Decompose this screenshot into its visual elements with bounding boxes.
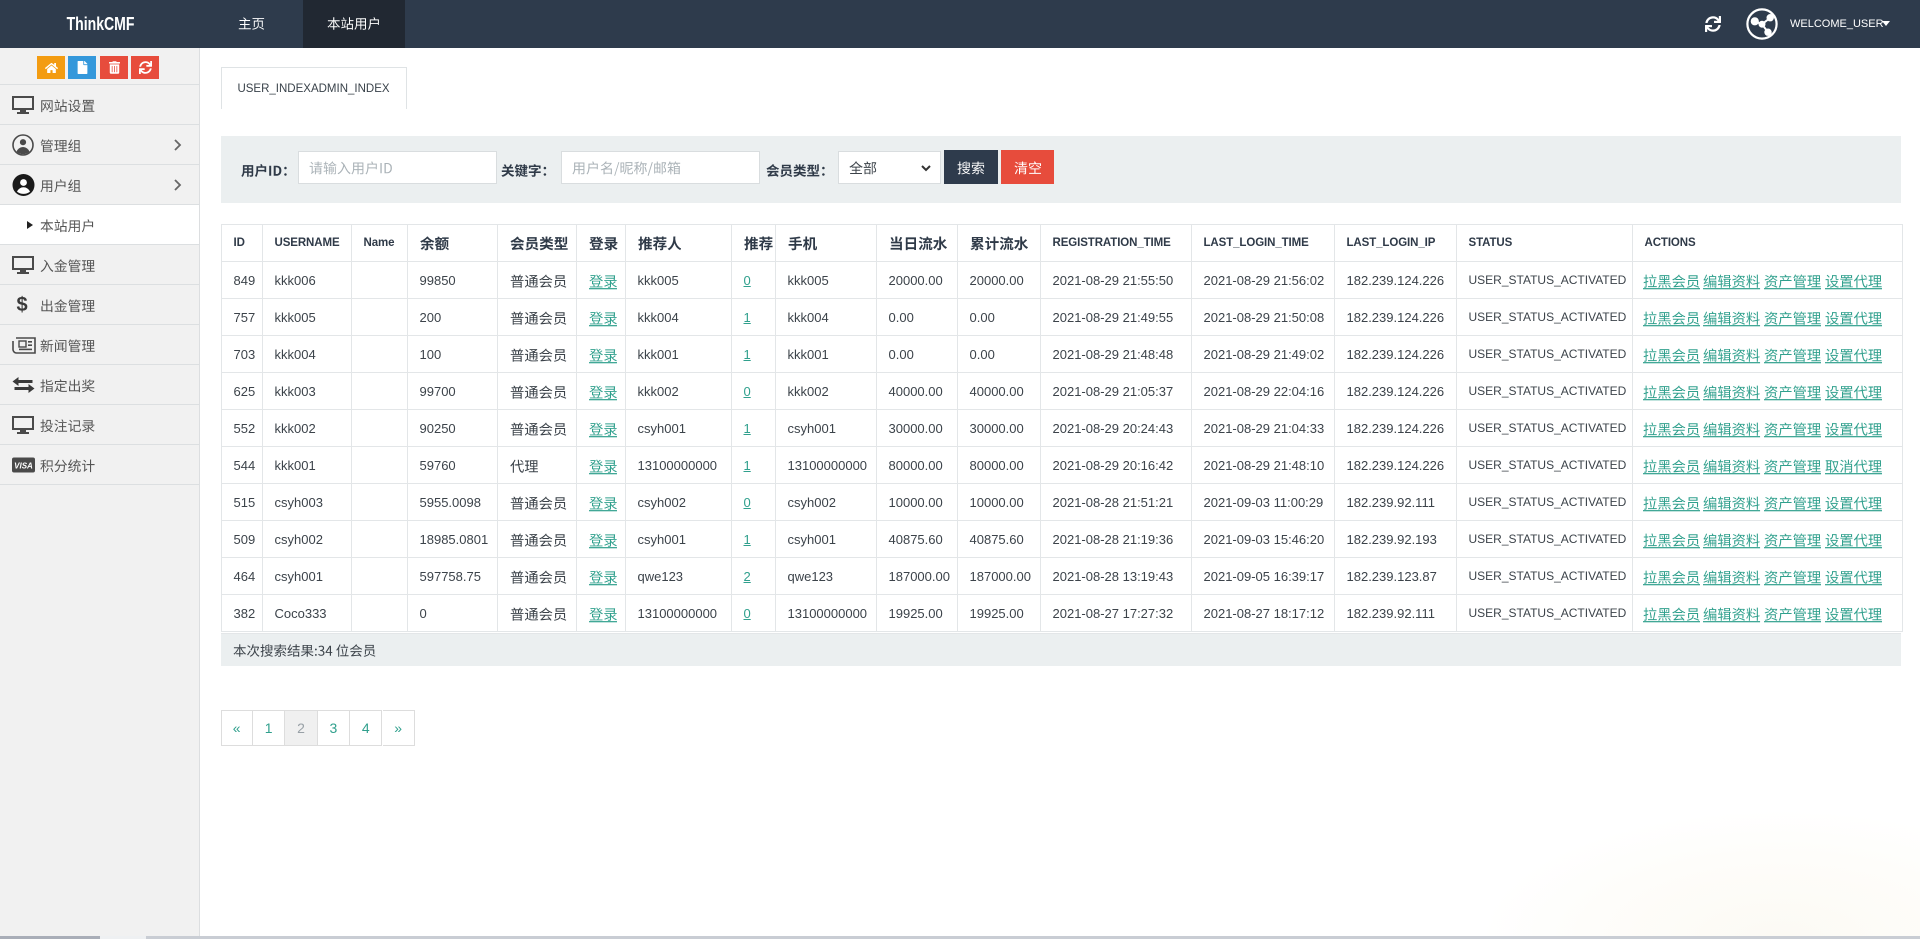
svg-text:$: $ (16, 294, 27, 316)
svg-text:VISA: VISA (14, 461, 33, 470)
